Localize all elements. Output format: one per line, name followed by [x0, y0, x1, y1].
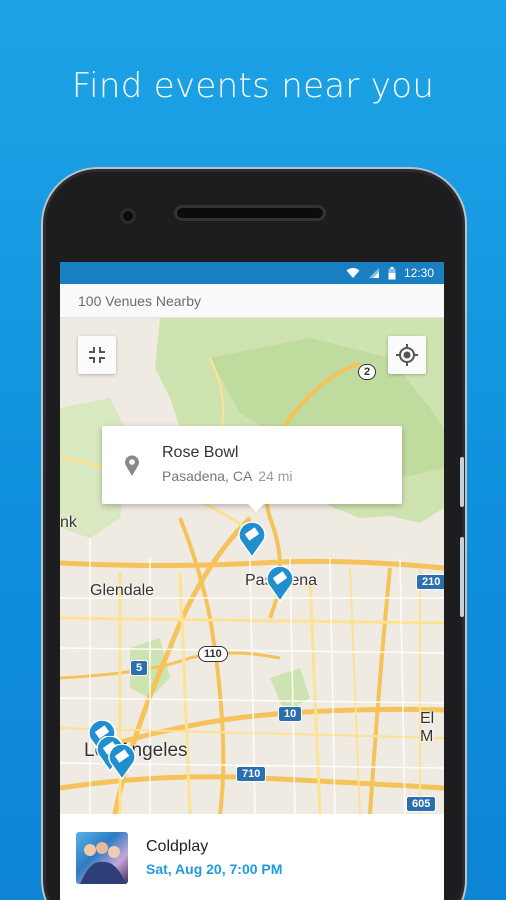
location-pin-icon — [125, 455, 139, 476]
route-shield-5: 5 — [130, 660, 149, 676]
route-shield-2: 2 — [358, 364, 377, 380]
collapse-icon — [89, 347, 105, 363]
power-button — [460, 537, 464, 617]
event-title: Coldplay — [146, 838, 209, 855]
headline: Find events near you — [71, 66, 435, 106]
signal-icon — [368, 268, 379, 278]
clock: 12:30 — [403, 266, 434, 280]
route-shield-10: 10 — [278, 706, 303, 722]
my-location-icon — [396, 344, 418, 366]
venue-info-popup[interactable]: Rose Bowl Pasadena, CA 24 mi — [102, 426, 402, 512]
venue-pin[interactable] — [108, 744, 136, 780]
event-thumbnail — [76, 832, 128, 884]
status-bar: 12:30 — [60, 262, 444, 284]
venue-distance: 24 mi — [258, 468, 293, 484]
route-shield-605: 605 — [406, 796, 437, 812]
phone-frame: 12:30 100 Venues Nearby 2 210 5 110 10 7… — [46, 172, 464, 900]
wifi-icon — [346, 268, 360, 278]
map-label-burbank: nk — [60, 514, 77, 531]
map-view[interactable]: 2 210 5 110 10 710 605 nk Glendale Pasad… — [60, 318, 444, 814]
band-photo-image — [80, 842, 126, 884]
map-label-el-monte: El M — [420, 710, 435, 745]
collapse-map-button[interactable] — [78, 336, 116, 374]
venue-city: Pasadena, CA — [162, 468, 253, 484]
venue-location: Pasadena, CA 24 mi — [162, 468, 293, 484]
phone-screen: 12:30 100 Venues Nearby 2 210 5 110 10 7… — [60, 262, 444, 900]
front-camera — [120, 208, 136, 224]
venue-name: Rose Bowl — [162, 444, 239, 461]
battery-icon — [388, 266, 396, 279]
map-label-glendale: Glendale — [90, 582, 155, 599]
event-date: Sat, Aug 20, 7:00 PM — [146, 861, 283, 877]
route-shield-710: 710 — [236, 766, 267, 782]
venue-pin[interactable] — [238, 522, 266, 558]
venue-pin[interactable] — [266, 566, 294, 602]
my-location-button[interactable] — [388, 336, 426, 374]
route-shield-210: 210 — [416, 574, 444, 590]
event-card[interactable]: Coldplay Sat, Aug 20, 7:00 PM — [60, 814, 444, 900]
speaker-grille — [174, 205, 326, 221]
volume-button — [460, 457, 464, 507]
route-shield-110: 110 — [198, 646, 228, 662]
venues-count-header: 100 Venues Nearby — [60, 284, 444, 318]
